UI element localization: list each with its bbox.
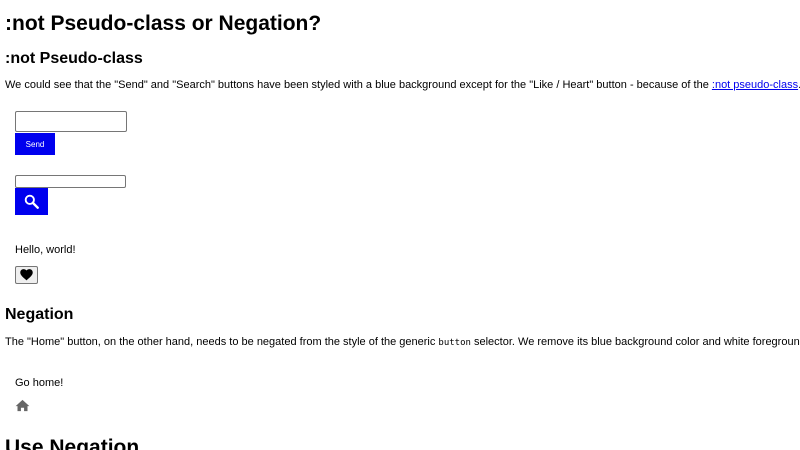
send-button[interactable]: Send: [15, 133, 55, 155]
not-section-intro: We could see that the "Send" and "Search…: [5, 77, 800, 93]
heart-icon: [20, 269, 33, 281]
search-button[interactable]: [15, 188, 48, 215]
negation-heading: Negation: [5, 306, 74, 323]
like-heart-button[interactable]: [15, 266, 38, 284]
home-button[interactable]: [13, 397, 31, 413]
not-pseudo-class-link[interactable]: :not pseudo-class: [712, 79, 798, 91]
negation-text-before: The "Home" button, on the other hand, ne…: [5, 336, 439, 348]
search-icon: [24, 194, 39, 209]
go-home-text: Go home!: [15, 377, 64, 389]
use-negation-heading: Use Negation: [5, 436, 140, 450]
page: :not Pseudo-class or Negation? :not Pseu…: [0, 0, 800, 450]
button-code: button: [438, 338, 471, 348]
negation-text-after: selector. We remove its blue background …: [470, 336, 800, 348]
hello-text: Hello, world!: [15, 244, 76, 256]
intro-text: We could see that the "Send" and "Search…: [5, 79, 712, 91]
negation-text: The "Home" button, on the other hand, ne…: [5, 334, 800, 351]
home-icon: [15, 399, 30, 412]
not-section-heading: :not Pseudo-class: [5, 50, 143, 67]
message-textarea[interactable]: [15, 111, 127, 132]
page-title: :not Pseudo-class or Negation?: [5, 12, 322, 35]
search-input[interactable]: [15, 175, 126, 188]
